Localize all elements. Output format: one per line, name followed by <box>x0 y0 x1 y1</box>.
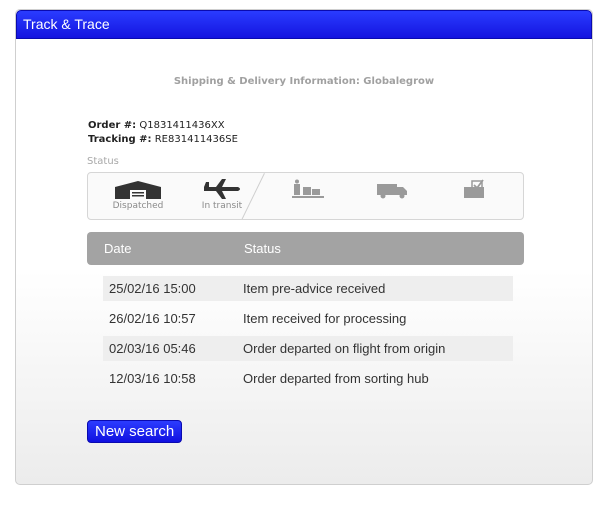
order-number: Order #: Q1831411436XX <box>88 120 225 131</box>
event-status: Order departed on flight from origin <box>243 341 446 356</box>
tracking-events: 25/02/16 15:00 Item pre-advice received … <box>103 276 513 396</box>
delivered-box-icon <box>464 179 484 198</box>
column-header-status: Status <box>244 241 281 256</box>
step-delivery <box>352 179 432 201</box>
step-dispatched: Dispatched <box>98 179 178 211</box>
event-date: 26/02/16 10:57 <box>109 311 196 326</box>
status-progress: Dispatched In transit <box>87 172 524 220</box>
event-date: 25/02/16 15:00 <box>109 281 196 296</box>
status-label: Status <box>87 156 119 167</box>
new-search-button[interactable]: New search <box>87 420 183 443</box>
customs-icon <box>292 179 324 198</box>
tracking-number-value: RE831411436SE <box>154 134 238 145</box>
order-number-value: Q1831411436XX <box>139 120 225 131</box>
shipping-info-heading: Shipping & Delivery Information: Globale… <box>173 76 435 87</box>
airplane-icon <box>204 179 240 199</box>
order-number-label: Order #: <box>88 120 137 131</box>
delivery-truck-icon <box>377 184 407 199</box>
track-trace-panel: Track & Trace Shipping & Delivery Inform… <box>15 9 593 485</box>
tracking-number: Tracking #: RE831411436SE <box>88 134 238 145</box>
event-status: Order departed from sorting hub <box>243 371 429 386</box>
step-customs <box>268 179 348 201</box>
event-date: 02/03/16 05:46 <box>109 341 196 356</box>
table-row: 02/03/16 05:46 Order departed on flight … <box>103 336 513 361</box>
event-status: Item received for processing <box>243 311 407 326</box>
table-row: 26/02/16 10:57 Item received for process… <box>103 306 513 331</box>
step-dispatched-label: Dispatched <box>112 201 164 211</box>
event-status: Item pre-advice received <box>243 281 386 296</box>
table-row: 25/02/16 15:00 Item pre-advice received <box>103 276 513 301</box>
tracking-number-label: Tracking #: <box>88 134 152 145</box>
panel-title: Track & Trace <box>16 10 592 39</box>
step-delivered <box>436 179 516 201</box>
event-date: 12/03/16 10:58 <box>109 371 196 386</box>
step-in-transit: In transit <box>182 179 262 211</box>
column-header-date: Date <box>104 241 132 256</box>
table-row: 12/03/16 10:58 Order departed from sorti… <box>103 366 513 391</box>
warehouse-icon <box>115 181 161 199</box>
tracking-table-header: Date Status <box>87 232 524 265</box>
step-in-transit-label: In transit <box>201 201 243 211</box>
